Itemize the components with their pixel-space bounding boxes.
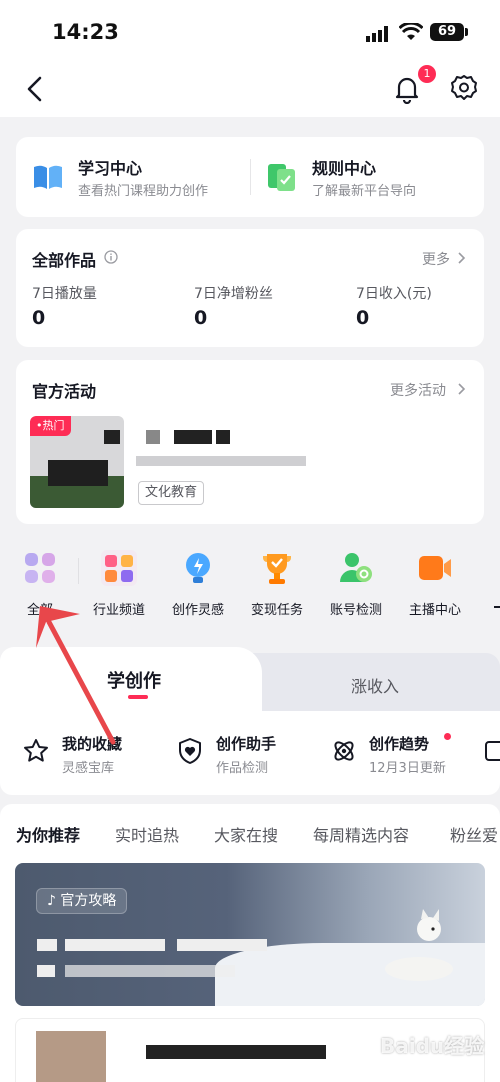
tiktok-icon: ♪ [47,893,61,909]
shortcut-monetize-label: 变现任务 [250,603,303,618]
divider [78,558,79,584]
feed-tab-realtime-hot[interactable]: 实时追热 [115,822,179,846]
rules-center-subtitle: 了解最新平台导向 [312,184,417,199]
tool-assistant-title: 创作助手 [216,735,277,753]
cellular-signal-icon [366,26,388,42]
rules-center-link[interactable]: 规则中心 了解最新平台导向 [250,137,484,217]
scroll-hint [494,606,500,608]
shield-heart-icon [179,738,201,764]
tool-trends-subtitle: 12月3日更新 [369,761,446,776]
tool-favorites-subtitle: 灵感宝库 [62,761,115,776]
feed-thumbnail [36,1031,106,1082]
learning-center-title: 学习中心 [78,159,143,178]
hot-tag-label: 热门 [42,419,65,432]
all-works-card: 全部作品 更多 7日播放量 0 7日净增粉丝 0 7日收入(元) 0 [16,229,484,347]
tool-assistant-subtitle: 作品检测 [216,761,269,776]
trophy-icon [263,554,291,584]
all-works-title: 全部作品 [32,251,97,270]
redacted-text [146,1045,326,1059]
shortcut-industry-label: 行业频道 [92,603,145,618]
redacted-text [177,939,267,951]
redacted-text [216,430,230,444]
tab-increase-income[interactable]: 涨收入 [351,673,399,697]
status-bar: 14:23 69 [0,0,500,62]
redacted-text [174,430,212,444]
back-arrow-icon[interactable] [22,72,50,106]
redacted-text [104,430,120,444]
activity-title: 官方活动 [32,382,97,401]
watermark: Baidu经验 [380,1034,485,1058]
redacted-text [146,430,160,444]
rules-doc-icon [268,164,295,191]
info-icon[interactable] [104,250,118,264]
lightbulb-icon [186,553,210,583]
chevron-right-icon [458,252,466,264]
stat-value-plays: 0 [32,307,46,329]
video-camera-icon [419,556,451,580]
bell-icon[interactable] [393,74,421,104]
hot-tag: •热门 [30,416,71,436]
official-activity-card: 官方活动 更多活动 •热门 文化教育 [16,360,484,524]
redacted-text [65,965,235,977]
works-more-link[interactable]: 更多 [422,249,450,269]
learning-center-link[interactable]: 学习中心 查看热门课程助力创作 [16,137,250,217]
chevron-right-icon [458,383,466,395]
more-activities-link[interactable]: 更多活动 [390,380,446,400]
stat-label-income: 7日收入(元) [356,286,432,302]
stat-label-plays: 7日播放量 [32,286,97,302]
grid-icon [25,553,55,583]
feed-tab-for-you[interactable]: 为你推荐 [16,822,80,846]
book-icon [34,165,62,189]
tools-row: 我的收藏 灵感宝库 创作助手 作品检测 创作趋势 12月3日更新 [0,711,500,795]
battery-cap [465,28,468,36]
gear-icon[interactable] [450,74,478,102]
notification-badge: 1 [418,65,436,83]
category-tag: 文化教育 [138,481,205,505]
learning-center-subtitle: 查看热门课程助力创作 [78,184,209,199]
redacted-text [37,939,57,951]
feed-tab-fans[interactable]: 粉丝爱 [450,822,498,846]
redacted-text [65,939,165,951]
feed-tab-trending-search[interactable]: 大家在搜 [214,822,278,846]
industry-channel-icon [101,550,137,586]
stat-value-followers: 0 [194,307,208,329]
tool-favorites-title: 我的收藏 [62,735,123,753]
account-check-icon [340,553,372,582]
feed-card-official-guide[interactable]: ♪ 官方攻略 [15,863,485,1006]
shortcut-row: 全部 行业频道 创作灵感 变现任务 账号检测 主播中心 [0,540,500,628]
stat-label-followers: 7日净增粉丝 [194,286,273,302]
shortcut-all-label: 全部 [26,603,53,618]
shortcut-inspiration-label: 创作灵感 [171,603,224,618]
active-tab-indicator [128,695,148,699]
feed-tab-weekly-picks[interactable]: 每周精选内容 [313,822,409,846]
wifi-icon [399,23,423,40]
tab-learn-create[interactable]: 学创作 [0,647,262,713]
status-time: 14:23 [52,20,119,44]
new-indicator-dot [444,733,451,740]
official-guide-tag: ♪ 官方攻略 [36,888,128,914]
official-guide-label: 官方攻略 [60,893,117,909]
quick-links-card: 学习中心 查看热门课程助力创作 规则中心 了解最新平台导向 [16,137,484,217]
dog-illustration [385,909,453,981]
shortcut-streamer-label: 主播中心 [408,603,461,618]
redacted-text [136,456,306,466]
creation-tabs-section: 学创作 涨收入 我的收藏 灵感宝库 创作助手 作品检测 创作趋势 12月3日更新 [0,645,500,795]
star-icon [24,739,48,762]
rules-center-title: 规则中心 [312,159,377,178]
shortcut-account-check-label: 账号检测 [329,603,382,618]
battery-level: 69 [430,23,464,41]
more-tools-icon[interactable] [484,737,500,765]
trend-atom-icon [334,741,354,761]
nav-bar: 1 [0,62,500,117]
tool-trends-title: 创作趋势 [369,735,430,753]
redacted-text [37,965,55,977]
tab-learn-create-label: 学创作 [107,671,161,692]
stat-value-income: 0 [356,307,370,329]
